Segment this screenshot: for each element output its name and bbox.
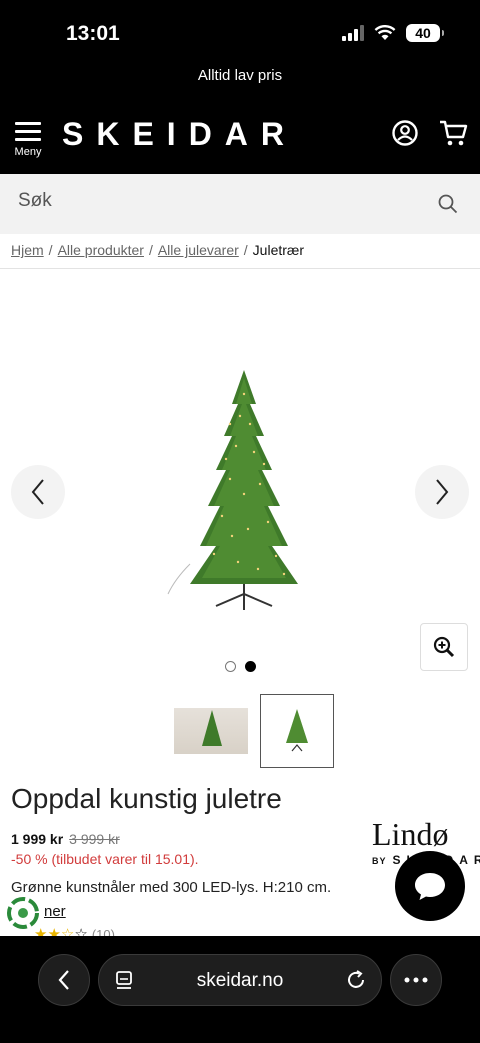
menu-button[interactable]: Meny (12, 122, 44, 158)
back-arrow-icon (58, 970, 69, 990)
product-gallery (0, 269, 480, 689)
account-icon[interactable] (392, 120, 418, 146)
status-time: 13:01 (66, 22, 120, 45)
gallery-dots (225, 661, 256, 672)
gallery-dot-active[interactable] (245, 661, 256, 672)
gallery-next-button[interactable] (415, 465, 469, 519)
browser-back-button[interactable] (38, 954, 90, 1006)
menu-label: Meny (14, 146, 42, 158)
breadcrumb-current: Juletrær (252, 242, 305, 258)
address-bar[interactable]: skeidar.no (98, 954, 382, 1006)
chat-button[interactable] (395, 851, 465, 921)
battery-icon: 40 (406, 24, 444, 42)
product-link[interactable]: ner (44, 903, 66, 920)
zoom-button[interactable] (420, 623, 468, 671)
original-price: 3 999 kr (69, 831, 120, 847)
discount-text: -50 % (tilbudet varer til 15.01). (11, 851, 199, 867)
browser-toolbar: skeidar.no (0, 936, 480, 1043)
hamburger-icon (12, 122, 44, 141)
breadcrumb-link-products[interactable]: Alle produkter (58, 242, 144, 258)
status-icons: 40 (342, 24, 444, 42)
search-bar (0, 174, 480, 234)
search-icon[interactable] (438, 194, 458, 214)
thumbnail-room[interactable] (174, 694, 248, 768)
more-dots-icon (404, 977, 428, 983)
gallery-dot[interactable] (225, 661, 236, 672)
product-title: Oppdal kunstig juletre (11, 783, 282, 814)
breadcrumb-link-christmas[interactable]: Alle julevarer (158, 242, 239, 258)
site-header: Meny SKEIDAR (0, 94, 480, 174)
zoom-in-icon (433, 636, 455, 658)
price-row: 1 999 kr 3 999 kr (11, 831, 120, 847)
current-price: 1 999 kr (11, 831, 64, 847)
breadcrumb-link-home[interactable]: Hjem (11, 242, 44, 258)
wifi-icon (374, 25, 396, 40)
chevron-left-icon (31, 479, 44, 505)
chat-bubble-icon (415, 873, 445, 900)
chevron-right-icon (436, 479, 449, 505)
promo-text: Alltid lav pris (197, 67, 283, 84)
thumbnail-strip (174, 694, 334, 768)
thumbnail-product[interactable] (260, 694, 334, 768)
cart-icon[interactable] (438, 119, 468, 147)
gallery-prev-button[interactable] (11, 465, 65, 519)
reload-icon[interactable] (345, 969, 367, 991)
promo-banner: Alltid lav pris (0, 62, 480, 94)
product-description: Grønne kunstnåler med 300 LED-lys. H:210… (11, 879, 332, 896)
status-bar: 13:01 40 (0, 0, 480, 62)
brand-name: Lindø (372, 816, 449, 852)
product-image[interactable] (160, 364, 320, 614)
signal-icon (342, 25, 364, 41)
search-input[interactable] (18, 190, 418, 212)
skeidar-logo[interactable]: SKEIDAR (62, 116, 297, 153)
url-text: skeidar.no (196, 970, 284, 991)
browser-more-button[interactable] (390, 954, 442, 1006)
breadcrumb: Hjem / Alle produkter / Alle julevarer / Julet… (11, 242, 305, 258)
